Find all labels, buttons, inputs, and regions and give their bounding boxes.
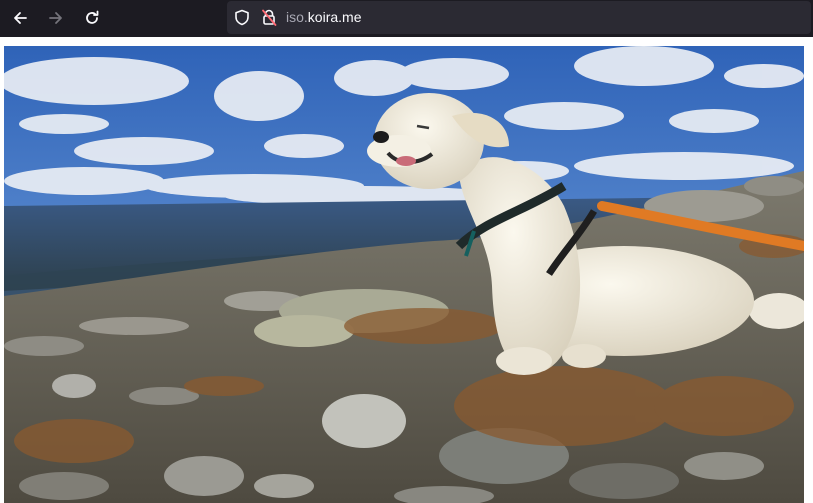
url-text[interactable]: iso.koira.me	[286, 9, 361, 26]
dog-photo	[4, 46, 804, 503]
url-domain: koira.me	[307, 9, 362, 25]
back-button[interactable]	[5, 3, 35, 33]
browser-toolbar: iso.koira.me	[0, 0, 813, 37]
reload-button[interactable]	[77, 3, 107, 33]
page-content	[0, 37, 813, 503]
shield-icon[interactable]	[234, 9, 250, 26]
forward-button[interactable]	[41, 3, 71, 33]
insecure-lock-icon[interactable]	[261, 9, 277, 26]
url-subdomain: iso.	[286, 9, 308, 25]
forward-arrow-icon	[49, 12, 62, 24]
url-bar[interactable]: iso.koira.me	[227, 1, 811, 34]
reload-icon	[86, 10, 99, 24]
back-arrow-icon	[14, 12, 27, 24]
